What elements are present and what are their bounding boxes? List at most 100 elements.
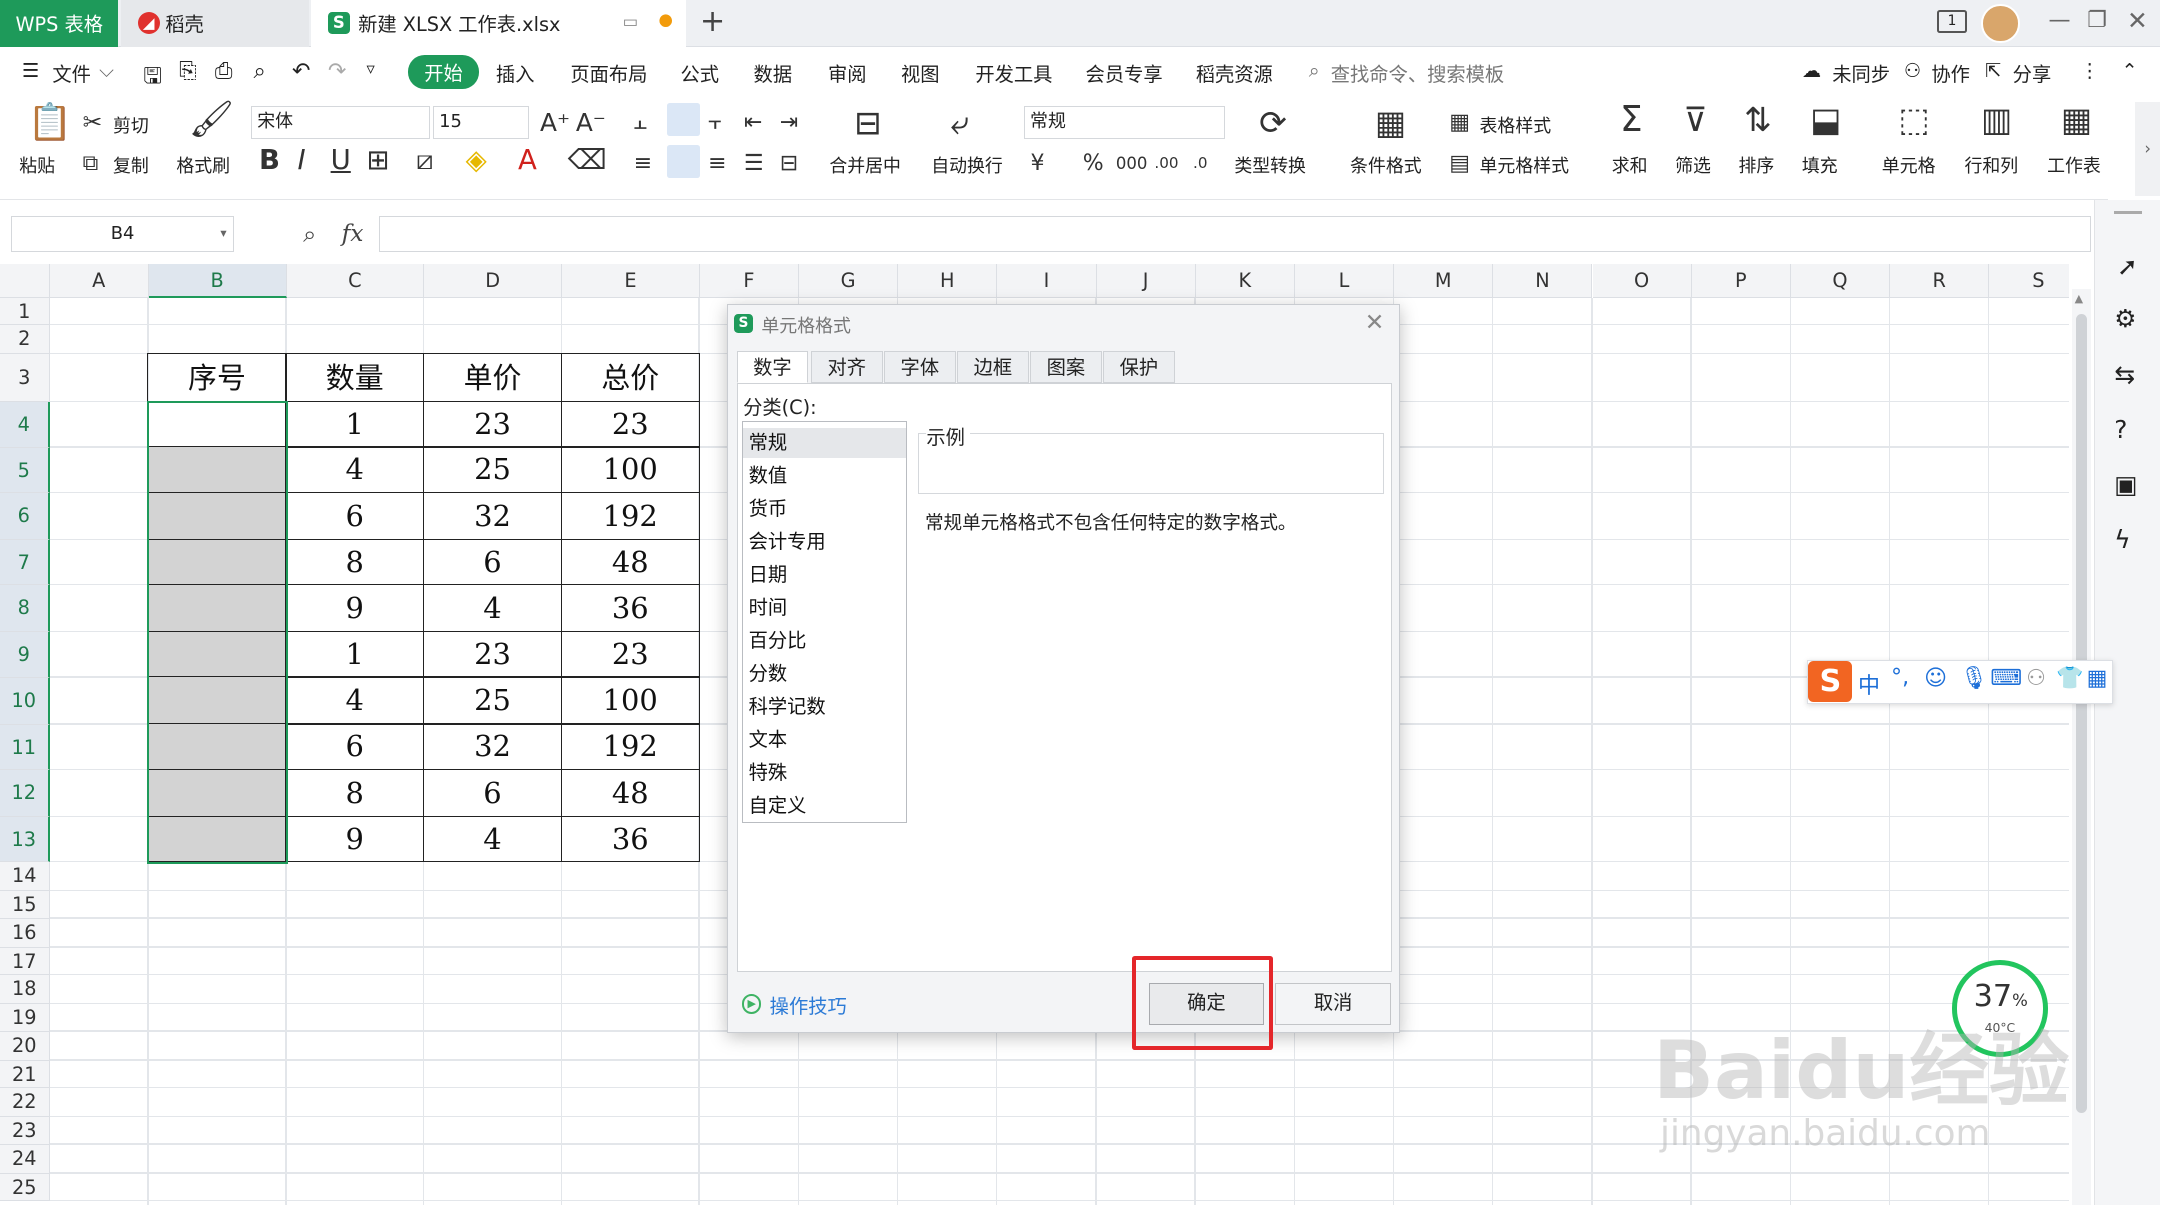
category-item[interactable]: 常规 xyxy=(743,427,906,458)
cut-button[interactable]: 剪切 xyxy=(113,112,149,138)
cut-icon[interactable]: ✂ xyxy=(83,108,103,137)
cond-format-icon[interactable]: ▦ xyxy=(1375,106,1406,139)
select-all-corner[interactable] xyxy=(0,264,50,298)
column-header-i[interactable]: I xyxy=(997,264,1097,298)
merge-center-button[interactable]: 合并居中 xyxy=(829,152,901,178)
column-header-c[interactable]: C xyxy=(286,264,425,298)
category-item[interactable]: 数值 xyxy=(743,461,906,491)
table-cell[interactable]: 9 xyxy=(285,584,425,633)
italic-icon[interactable]: I xyxy=(298,147,306,175)
table-cell[interactable]: 8 xyxy=(285,768,425,817)
menu-daoke-resources[interactable]: 稻壳资源 xyxy=(1196,59,1273,87)
category-item[interactable]: 自定义 xyxy=(743,791,906,821)
row-header-25[interactable]: 25 xyxy=(0,1173,50,1202)
indent-increase-icon[interactable]: ⇥ xyxy=(780,109,798,137)
category-item[interactable]: 特殊 xyxy=(743,758,906,788)
print-preview-icon[interactable]: ⌕ xyxy=(253,59,265,84)
punct-icon[interactable]: °, xyxy=(1891,665,1909,690)
user-icon[interactable]: ⚇ xyxy=(2026,666,2046,691)
column-header-f[interactable]: F xyxy=(699,264,799,298)
row-header-11[interactable]: 11 xyxy=(0,724,50,771)
row-header-12[interactable]: 12 xyxy=(0,770,50,817)
row-header-10[interactable]: 10 xyxy=(0,677,50,725)
emoji-icon[interactable]: ☺ xyxy=(1924,666,1947,691)
pointer-icon[interactable]: ➚ xyxy=(2117,252,2138,281)
auto-wrap-button[interactable]: 自动换行 xyxy=(931,152,1003,178)
underline-icon[interactable]: U xyxy=(331,147,351,175)
column-header-d[interactable]: D xyxy=(424,264,563,298)
collab-button[interactable]: 协作 xyxy=(1931,59,1970,87)
table-cell[interactable]: 36 xyxy=(560,815,700,863)
row-header-18[interactable]: 18 xyxy=(0,975,50,1005)
worksheet-icon[interactable]: ▦ xyxy=(2061,103,2092,136)
percent-icon[interactable]: % xyxy=(1083,150,1104,178)
menu-view[interactable]: 视图 xyxy=(901,59,940,87)
copy-icon[interactable]: ⧉ xyxy=(83,150,99,178)
row-header-5[interactable]: 5 xyxy=(0,447,50,494)
increase-decimal-icon[interactable]: .00 xyxy=(1154,150,1178,178)
undo-icon[interactable]: ↶ xyxy=(292,59,310,84)
sum-icon[interactable]: Σ xyxy=(1620,102,1643,138)
menu-icon[interactable]: ☰ xyxy=(22,59,39,82)
align-center-icon[interactable] xyxy=(666,144,700,178)
row-header-7[interactable]: 7 xyxy=(0,540,50,586)
scroll-up-icon[interactable]: ▲ xyxy=(2075,292,2083,305)
table-cell[interactable]: 32 xyxy=(422,491,563,540)
lightning-icon[interactable]: ϟ xyxy=(2114,525,2130,554)
category-item[interactable]: 货币 xyxy=(743,494,906,524)
column-header-b[interactable]: B xyxy=(148,264,287,298)
row-header-15[interactable]: 15 xyxy=(0,891,50,919)
type-convert-icon[interactable]: ⟳ xyxy=(1259,106,1287,139)
settings-slider-icon[interactable]: ⚙ xyxy=(2114,304,2136,333)
dialog-tab-3[interactable]: 边框 xyxy=(957,350,1029,383)
worksheet-button[interactable]: 工作表 xyxy=(2047,152,2101,178)
distributed-icon[interactable]: ⊟ xyxy=(780,150,798,178)
dialog-tab-4[interactable]: 图案 xyxy=(1030,350,1102,383)
column-header-s[interactable]: S xyxy=(1989,264,2070,298)
paste-icon[interactable]: 📋 xyxy=(28,104,73,140)
dialog-tab-5[interactable]: 保护 xyxy=(1103,350,1175,383)
category-item[interactable]: 文本 xyxy=(743,725,906,755)
table-cell[interactable]: 6 xyxy=(285,491,425,540)
column-header-k[interactable]: K xyxy=(1195,264,1295,298)
new-tab-button[interactable]: + xyxy=(700,4,725,39)
type-convert-button[interactable]: 类型转换 xyxy=(1234,152,1306,178)
sum-button[interactable]: 求和 xyxy=(1612,152,1648,178)
cell-icon[interactable]: ⬚ xyxy=(1898,103,1929,136)
dialog-tab-1[interactable]: 对齐 xyxy=(811,350,883,383)
tips-link[interactable]: 操作技巧 xyxy=(770,991,847,1019)
tab-wps-home[interactable]: WPS 表格 xyxy=(0,0,119,47)
format-painter-button[interactable]: 格式刷 xyxy=(176,152,230,178)
category-item[interactable]: 科学记数 xyxy=(743,692,906,722)
table-cell[interactable]: 32 xyxy=(422,723,563,771)
align-left-icon[interactable]: ≡ xyxy=(634,150,652,178)
table-cell[interactable]: 4 xyxy=(422,815,563,863)
table-cell[interactable]: 1 xyxy=(285,630,425,678)
row-col-icon[interactable]: ▥ xyxy=(1981,103,2012,136)
paste-button[interactable]: 粘贴 xyxy=(19,152,55,178)
format-painter-icon[interactable]: 🖌 xyxy=(189,102,234,138)
table-cell[interactable]: 1 xyxy=(285,400,425,448)
row-col-button[interactable]: 行和列 xyxy=(1964,152,2018,178)
save-icon[interactable]: 🖫 xyxy=(143,59,162,97)
filter-icon[interactable]: ⊽ xyxy=(1683,103,1707,136)
menu-data[interactable]: 数据 xyxy=(754,59,793,87)
clear-format-icon[interactable]: ⌫ xyxy=(568,147,607,175)
command-search-input[interactable]: 查找命令、搜索模板 xyxy=(1331,59,1504,87)
column-header-r[interactable]: R xyxy=(1890,264,1990,298)
menu-insert[interactable]: 插入 xyxy=(496,59,535,87)
copy-button[interactable]: 复制 xyxy=(113,152,149,178)
diagonal-border-icon[interactable]: ⧄ xyxy=(416,147,434,175)
table-cell[interactable]: 25 xyxy=(422,446,563,494)
keyboard-icon[interactable]: ⌨ xyxy=(1990,666,2022,691)
cell-button[interactable]: 单元格 xyxy=(1882,152,1936,178)
table-cell[interactable]: 6 xyxy=(422,768,563,817)
name-box-dropdown-icon[interactable]: ▾ xyxy=(220,225,226,240)
row-header-16[interactable]: 16 xyxy=(0,918,50,948)
menu-page-layout[interactable]: 页面布局 xyxy=(570,59,647,87)
menu-file[interactable]: 文件 xyxy=(52,59,91,87)
dialog-tab-2[interactable]: 字体 xyxy=(884,350,956,383)
table-cell[interactable]: 9 xyxy=(285,815,425,863)
tab-current-file[interactable]: S 新建 XLSX 工作表.xlsx ▭ ● xyxy=(311,0,687,47)
fill-color-icon[interactable]: ◈ xyxy=(466,147,487,175)
